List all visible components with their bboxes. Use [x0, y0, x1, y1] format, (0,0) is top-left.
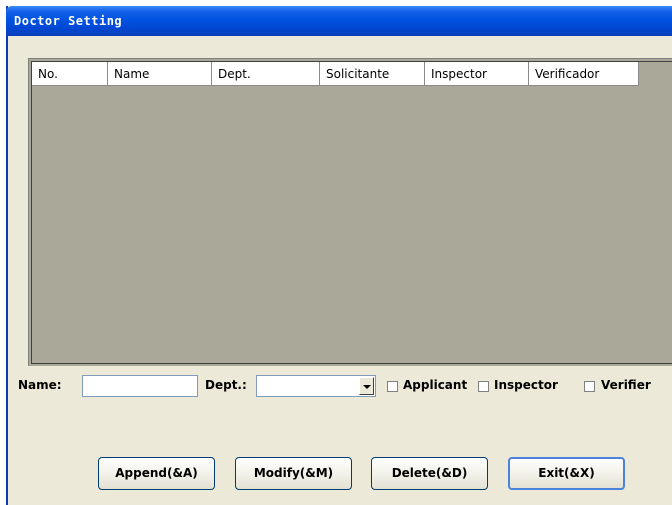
window-title: Doctor Setting	[14, 14, 123, 28]
applicant-label[interactable]: Applicant	[403, 378, 467, 392]
chevron-down-icon	[363, 385, 371, 389]
exit-button[interactable]: Exit(&X)	[508, 457, 625, 490]
name-input[interactable]	[82, 375, 198, 397]
column-header-solicitante[interactable]: Solicitante	[320, 62, 425, 86]
column-header-name[interactable]: Name	[108, 62, 212, 86]
column-header-inspector[interactable]: Inspector	[425, 62, 529, 86]
title-bar[interactable]: Doctor Setting	[6, 6, 672, 36]
dept-label: Dept.:	[205, 378, 247, 392]
inspector-label[interactable]: Inspector	[494, 378, 558, 392]
doctor-grid[interactable]: No. Name Dept. Solicitante Inspector Ver…	[28, 58, 672, 366]
applicant-checkbox[interactable]	[387, 381, 398, 392]
grid-body[interactable]: No. Name Dept. Solicitante Inspector Ver…	[31, 61, 672, 364]
column-header-no[interactable]: No.	[32, 62, 108, 86]
doctor-setting-window: Doctor Setting No. Name Dept. Solicitant…	[6, 6, 672, 505]
column-header-verificador[interactable]: Verificador	[529, 62, 639, 86]
modify-button[interactable]: Modify(&M)	[235, 457, 352, 490]
inspector-checkbox[interactable]	[478, 381, 489, 392]
append-button[interactable]: Append(&A)	[98, 457, 215, 490]
grid-header-row: No. Name Dept. Solicitante Inspector Ver…	[32, 62, 639, 86]
dept-combobox[interactable]	[256, 375, 376, 397]
verifier-label[interactable]: Verifier	[601, 378, 651, 392]
delete-button[interactable]: Delete(&D)	[371, 457, 488, 490]
verifier-checkbox[interactable]	[584, 381, 595, 392]
column-header-dept[interactable]: Dept.	[212, 62, 320, 86]
name-label: Name:	[18, 378, 62, 392]
dept-dropdown-button[interactable]	[359, 377, 374, 395]
